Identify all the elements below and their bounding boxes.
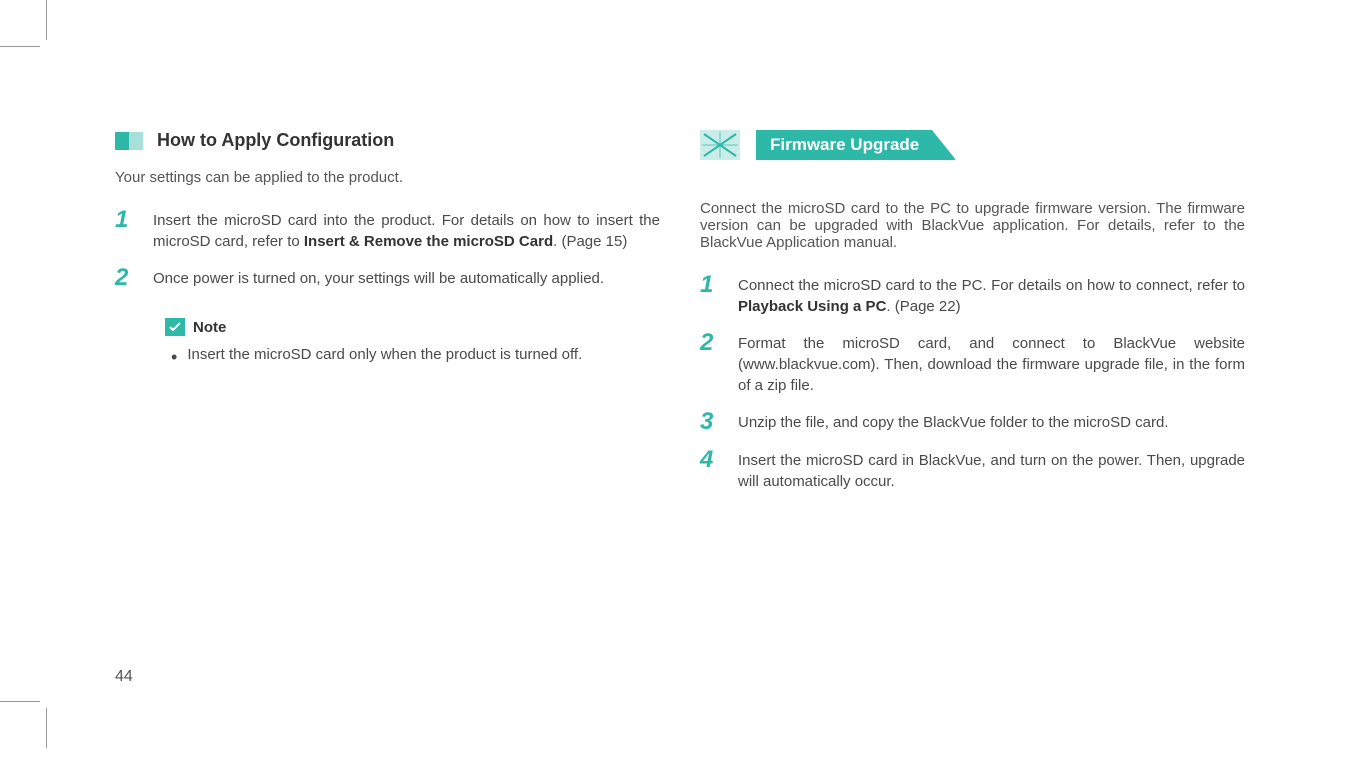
right-heading: Firmware Upgrade xyxy=(700,130,1245,160)
step-number: 3 xyxy=(700,410,720,434)
right-step-4: 4 Insert the microSD card in BlackVue, a… xyxy=(700,450,1245,492)
firmware-icon xyxy=(700,130,740,160)
note-label: Note xyxy=(193,319,226,336)
page-number: 44 xyxy=(115,668,133,686)
left-step-1: 1 Insert the microSD card into the produ… xyxy=(115,210,660,252)
note-block: Note • Insert the microSD card only when… xyxy=(165,318,660,366)
step-text: Insert the microSD card in BlackVue, and… xyxy=(738,450,1245,492)
step-number: 2 xyxy=(115,266,135,290)
checkmark-icon xyxy=(165,318,185,336)
step-text: Unzip the file, and copy the BlackVue fo… xyxy=(738,412,1169,433)
right-heading-title: Firmware Upgrade xyxy=(770,135,919,155)
crop-mark-bottom-left xyxy=(0,698,50,748)
right-step-2: 2 Format the microSD card, and connect t… xyxy=(700,333,1245,396)
right-step-1: 1 Connect the microSD card to the PC. Fo… xyxy=(700,275,1245,317)
page-content: How to Apply Configuration Your settings… xyxy=(0,0,1352,558)
step-number: 1 xyxy=(115,208,135,232)
left-heading: How to Apply Configuration xyxy=(115,130,660,151)
step-text: Insert the microSD card into the product… xyxy=(153,210,660,252)
left-heading-title: How to Apply Configuration xyxy=(157,130,394,151)
right-column: Firmware Upgrade Connect the microSD car… xyxy=(700,130,1245,508)
step-number: 4 xyxy=(700,448,720,472)
step-number: 2 xyxy=(700,331,720,355)
note-header: Note xyxy=(165,318,660,336)
left-column: How to Apply Configuration Your settings… xyxy=(115,130,660,508)
crop-mark-top-left xyxy=(0,0,50,50)
step-number: 1 xyxy=(700,273,720,297)
left-intro: Your settings can be applied to the prod… xyxy=(115,169,660,186)
note-text: Insert the microSD card only when the pr… xyxy=(187,346,582,366)
step-text: Format the microSD card, and connect to … xyxy=(738,333,1245,396)
step-text: Connect the microSD card to the PC. For … xyxy=(738,275,1245,317)
right-step-3: 3 Unzip the file, and copy the BlackVue … xyxy=(700,412,1245,434)
right-intro: Connect the microSD card to the PC to up… xyxy=(700,200,1245,251)
left-step-2: 2 Once power is turned on, your settings… xyxy=(115,268,660,290)
heading-marker-icon xyxy=(115,132,143,150)
note-item: • Insert the microSD card only when the … xyxy=(171,346,660,366)
step-text: Once power is turned on, your settings w… xyxy=(153,268,604,289)
firmware-banner: Firmware Upgrade xyxy=(756,130,955,160)
bullet-icon: • xyxy=(171,348,177,366)
